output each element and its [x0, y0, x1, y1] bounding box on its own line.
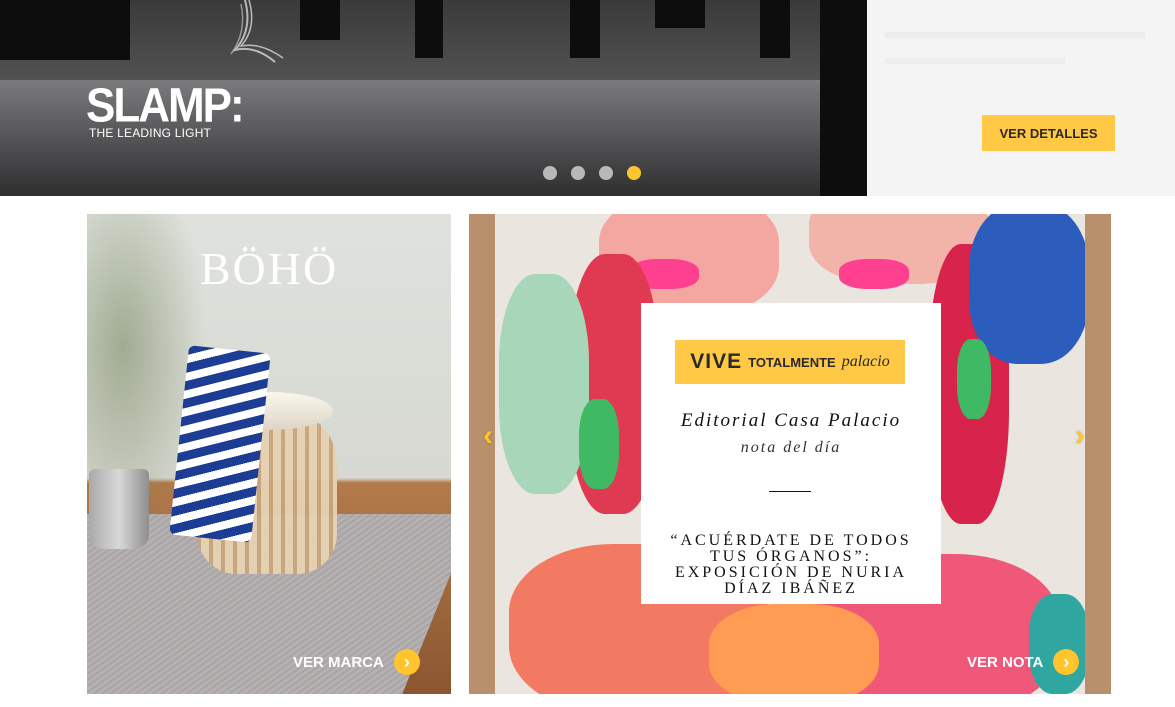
- vive-totalmente-palacio-badge: VIVE TOTALMENTE palacio: [675, 340, 905, 384]
- ver-marca-label: VER MARCA: [293, 653, 384, 671]
- chevron-right-icon: ›: [393, 649, 420, 675]
- carousel-dot[interactable]: [571, 166, 585, 180]
- carousel-dot[interactable]: [599, 166, 613, 180]
- hero-pillar: [820, 0, 867, 196]
- faded-text-line: [885, 32, 1145, 38]
- slamp-logo[interactable]: SLAMP: THE LEADING LIGHT: [86, 78, 245, 140]
- editorial-card[interactable]: VIVE TOTALMENTE palacio Editorial Casa P…: [641, 303, 941, 604]
- badge-palacio: palacio: [841, 353, 890, 370]
- editorial-slider[interactable]: VIVE TOTALMENTE palacio Editorial Casa P…: [469, 214, 1111, 694]
- plant-pot-image: [89, 469, 149, 549]
- hero-pillar: [570, 0, 600, 58]
- chevron-left-icon[interactable]: ‹: [483, 419, 493, 453]
- carousel-dot[interactable]: [543, 166, 557, 180]
- divider: [769, 491, 811, 492]
- chevron-right-icon[interactable]: ›: [1075, 419, 1085, 453]
- hero-pillar: [415, 0, 443, 58]
- ver-marca-link[interactable]: VER MARCA ›: [293, 649, 420, 675]
- ver-nota-link[interactable]: VER NOTA ›: [967, 649, 1080, 675]
- boho-brand-card[interactable]: BÖHÖ VER MARCA ›: [87, 214, 451, 694]
- carousel-dot-active[interactable]: [627, 166, 641, 180]
- editorial-headline[interactable]: “ACUÉRDATE DE TODOS TUS ÓRGANOS”: EXPOSI…: [651, 533, 931, 597]
- hero-pillar: [655, 0, 705, 28]
- carousel-dots: [543, 166, 641, 180]
- slamp-wordmark: SLAMP:: [86, 78, 245, 133]
- hero-pillar: [300, 0, 340, 40]
- editorial-title: Editorial Casa Palacio: [680, 410, 902, 431]
- editorial-subtitle: nota del día: [740, 439, 842, 456]
- badge-vive: VIVE: [690, 350, 743, 373]
- hero-side-panel: VER DETALLES: [867, 0, 1175, 196]
- ver-detalles-button[interactable]: VER DETALLES: [982, 115, 1115, 151]
- faded-text-line: [885, 58, 1065, 64]
- boho-logo: BÖHÖ: [199, 243, 339, 294]
- chevron-right-icon: ›: [1053, 649, 1080, 675]
- lamp-graphic: [230, 0, 284, 63]
- hero-pillar: [760, 0, 790, 58]
- ver-nota-label: VER NOTA: [967, 653, 1044, 671]
- hero-banner: SLAMP: THE LEADING LIGHT: [0, 0, 867, 196]
- badge-totalmente: TOTALMENTE: [748, 354, 836, 370]
- hero-pillar: [0, 0, 130, 60]
